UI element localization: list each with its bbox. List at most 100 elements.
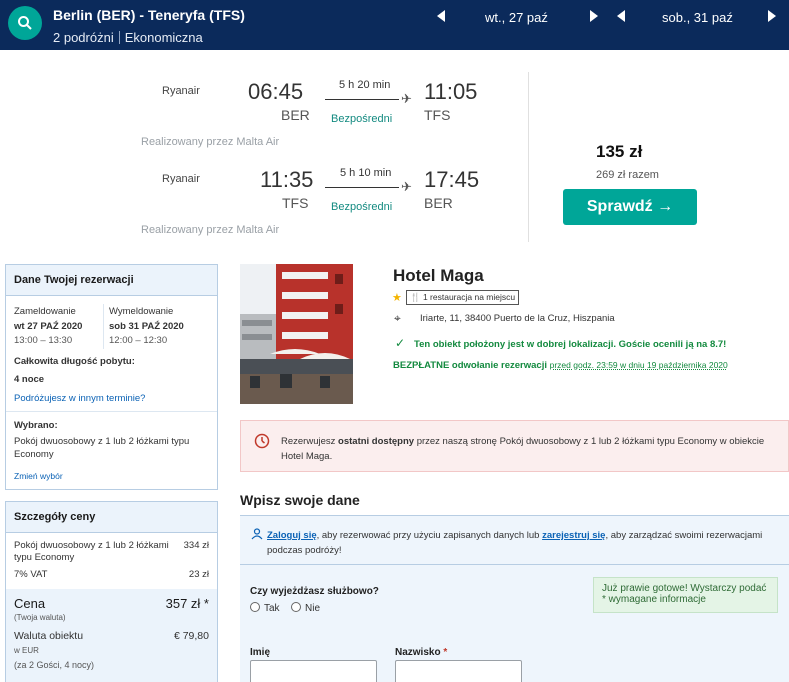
search-summary-bar: Berlin (BER) - Teneryfa (TFS) 2 podróżni… xyxy=(0,0,789,50)
price-details-title: Szczegóły ceny xyxy=(6,502,217,533)
vat-label: 7% VAT xyxy=(14,569,48,580)
radio-yes-label: Tak xyxy=(264,603,280,614)
change-selection-link[interactable]: Zmień wybór xyxy=(14,471,63,481)
divider xyxy=(240,564,789,565)
alert-text: Rezerwujesz ostatni dostępny przez naszą… xyxy=(281,434,786,464)
stay-length-value: 4 noce xyxy=(14,374,45,385)
last-room-alert: Rezerwujesz ostatni dostępny przez naszą… xyxy=(240,420,789,472)
checkin-date: wt 27 PAŹ 2020 xyxy=(14,321,83,332)
business-trip-question: Czy wyjeżdżasz służbowo? xyxy=(250,586,379,597)
room-price-label: Pokój dwuosobowy z 1 lub 2 łóżkami typu … xyxy=(14,540,169,563)
plane-icon: ✈ xyxy=(401,179,412,194)
outbound-operator: Realizowany przez Malta Air xyxy=(141,136,280,148)
first-name-label: Imię xyxy=(250,647,271,658)
outbound-duration: 5 h 20 min xyxy=(339,79,391,91)
free-cancel-label: BEZPŁATNE odwołanie rezerwacji xyxy=(393,360,547,371)
clock-icon xyxy=(254,433,270,449)
route-title: Berlin (BER) - Teneryfa (TFS) xyxy=(53,7,245,23)
next-outbound-date-icon[interactable] xyxy=(590,10,598,22)
free-cancel-deadline: przed godz. 23:59 w dniu 19 października… xyxy=(549,360,728,370)
inbound-arrive-time: 17:45 xyxy=(424,167,480,192)
hotel-currency-value: € 79,80 xyxy=(173,630,209,642)
hotel-currency-sub: w EUR xyxy=(14,646,39,655)
register-link[interactable]: zarejestruj się xyxy=(542,530,605,541)
inbound-depart-time: 11:35 xyxy=(260,167,314,192)
flight-price: 135 zł xyxy=(596,142,643,161)
outbound-airline: Ryanair xyxy=(162,85,200,97)
inbound-arrive-code: BER xyxy=(424,195,453,211)
inbound-depart-code: TFS xyxy=(282,195,309,211)
total-label: Cena xyxy=(14,596,46,611)
free-cancellation: BEZPŁATNE odwołanie rezerwacji przed god… xyxy=(393,360,728,371)
outbound-date[interactable]: wt., 27 paź xyxy=(485,10,548,25)
price-details-panel: Szczegóły ceny Pokój dwuosobowy z 1 lub … xyxy=(5,501,218,682)
hotel-photo-illustration xyxy=(240,264,353,404)
next-return-date-icon[interactable] xyxy=(768,10,776,22)
last-name-input[interactable] xyxy=(395,660,522,682)
cabin-class: Ekonomiczna xyxy=(124,30,203,45)
restaurant-count: 1 restauracja na miejscu xyxy=(422,292,516,302)
login-link[interactable]: Zaloguj się xyxy=(267,530,317,541)
booking-page: Berlin (BER) - Teneryfa (TFS) 2 podróżni… xyxy=(0,0,789,682)
divider xyxy=(528,72,529,242)
return-date[interactable]: sob., 31 paź xyxy=(662,10,733,25)
inbound-duration: 5 h 10 min xyxy=(340,167,392,179)
last-name-label: Nazwisko * xyxy=(395,647,447,658)
radio-no[interactable] xyxy=(291,602,301,612)
guests-note: (za 2 Gości, 4 nocy) xyxy=(14,660,95,670)
booking-details-title: Dane Twojej rezerwacji xyxy=(6,265,217,296)
change-dates-link[interactable]: Podróżujesz w innym terminie? xyxy=(14,393,145,404)
login-prompt: Zaloguj się, aby rezerwować przy użyciu … xyxy=(267,528,777,558)
business-trip-yes[interactable]: Tak xyxy=(250,602,280,614)
check-flight-button[interactable]: Sprawdź → xyxy=(563,189,697,225)
room-price: 334 zł xyxy=(183,540,209,551)
checkmark-icon: ✓ xyxy=(395,336,406,350)
currency-note: (Twoja waluta) xyxy=(14,613,66,622)
price-breakdown: Pokój dwuosobowy z 1 lub 2 łóżkami typu … xyxy=(6,533,217,589)
prev-return-date-icon[interactable] xyxy=(617,10,625,22)
vat-price: 23 zł xyxy=(188,569,209,580)
travellers-count: 2 podróżni xyxy=(53,30,114,45)
required-info-tip: Już prawie gotowe! Wystarczy podać * wym… xyxy=(593,577,778,613)
checkout-date: sob 31 PAŹ 2020 xyxy=(109,321,184,332)
first-name-input[interactable] xyxy=(250,660,377,682)
flight-price-total: 269 zł razem xyxy=(596,169,659,181)
inbound-stops: Bezpośredni xyxy=(331,201,393,213)
outbound-route-line xyxy=(325,99,399,100)
selected-room-name: Pokój dwuosobowy z 1 lub 2 łóżkami typu … xyxy=(14,436,190,460)
checkout-label: Wymeldowanie xyxy=(109,306,174,317)
selected-label: Wybrano: xyxy=(14,420,58,431)
booking-details-panel: Dane Twojej rezerwacji Zameldowanie wt 2… xyxy=(5,264,218,490)
alert-prefix: Rezerwujesz xyxy=(281,436,336,447)
location-pin-icon: ⌖ xyxy=(394,311,401,325)
location-rating-note: Ten obiekt położony jest w dobrej lokali… xyxy=(414,339,727,350)
outbound-depart-time: 06:45 xyxy=(248,79,304,104)
outbound-arrive-time: 11:05 xyxy=(424,79,478,104)
outbound-stops: Bezpośredni xyxy=(331,113,393,125)
business-trip-no[interactable]: Nie xyxy=(291,602,320,614)
total-value: 357 zł * xyxy=(165,596,209,611)
outbound-arrive-code: TFS xyxy=(424,107,451,123)
guest-details-title: Wpisz swoje dane xyxy=(240,492,360,508)
prev-outbound-date-icon[interactable] xyxy=(437,10,445,22)
price-total-section: Cena 357 zł * (Twoja waluta) Waluta obie… xyxy=(6,589,217,679)
radio-no-label: Nie xyxy=(305,603,321,614)
stay-dates: Zameldowanie wt 27 PAŹ 2020 13:00 – 13:3… xyxy=(6,296,217,412)
inbound-route-line xyxy=(325,187,399,188)
outbound-depart-code: BER xyxy=(281,107,310,123)
checkout-time: 12:00 – 12:30 xyxy=(109,335,168,346)
inbound-airline: Ryanair xyxy=(162,173,200,185)
divider xyxy=(118,31,120,44)
hotel-address: Iriarte, 11, 38400 Puerto de la Cruz, Hi… xyxy=(420,313,615,324)
radio-yes[interactable] xyxy=(250,602,260,612)
inbound-operator: Realizowany przez Malta Air xyxy=(141,224,280,236)
hotel-currency-label: Waluta obiektu xyxy=(14,630,84,642)
search-button[interactable] xyxy=(8,6,42,40)
checkin-time: 13:00 – 13:30 xyxy=(14,335,73,346)
stay-length-label: Całkowita długość pobytu: xyxy=(14,356,135,367)
login-mid-text: , aby rezerwować przy użyciu zapisanych … xyxy=(316,530,540,541)
restaurant-badge: 🍴 1 restauracja na miejscu xyxy=(406,290,520,305)
travellers-summary: 2 podróżni Ekonomiczna xyxy=(53,30,203,45)
hotel-photo xyxy=(240,264,353,404)
required-mark: * xyxy=(443,647,448,658)
